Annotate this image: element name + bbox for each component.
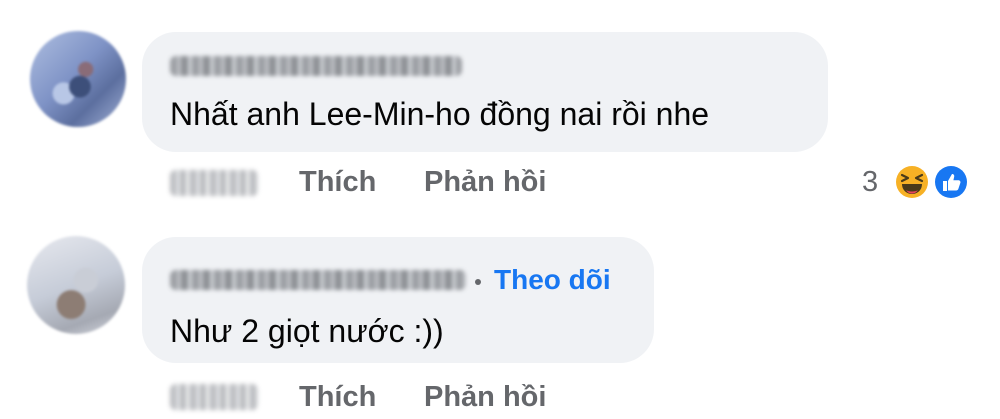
comment-timestamp-blurred[interactable] bbox=[170, 384, 258, 410]
reply-button[interactable]: Phản hồi bbox=[424, 381, 546, 414]
haha-reaction-icon[interactable] bbox=[892, 162, 932, 202]
reaction-count[interactable]: 3 bbox=[862, 166, 878, 199]
commenter-avatar[interactable] bbox=[27, 236, 125, 334]
follow-link[interactable]: Theo dõi bbox=[494, 264, 611, 296]
comment-bubble bbox=[142, 32, 828, 152]
reply-button[interactable]: Phản hồi bbox=[424, 166, 546, 199]
commenter-avatar[interactable] bbox=[30, 31, 126, 127]
separator-dot bbox=[475, 279, 481, 285]
commenter-name-blurred[interactable] bbox=[170, 56, 462, 76]
like-reaction-icon[interactable] bbox=[931, 162, 971, 202]
comment-text: Nhất anh Lee-Min-ho đồng nai rồi nhe bbox=[170, 96, 710, 132]
comment-timestamp-blurred[interactable] bbox=[170, 170, 258, 196]
comment-text: Như 2 giọt nước :)) bbox=[170, 313, 444, 349]
like-button[interactable]: Thích bbox=[299, 381, 376, 414]
like-button[interactable]: Thích bbox=[299, 166, 376, 199]
commenter-name-blurred[interactable] bbox=[170, 270, 466, 290]
